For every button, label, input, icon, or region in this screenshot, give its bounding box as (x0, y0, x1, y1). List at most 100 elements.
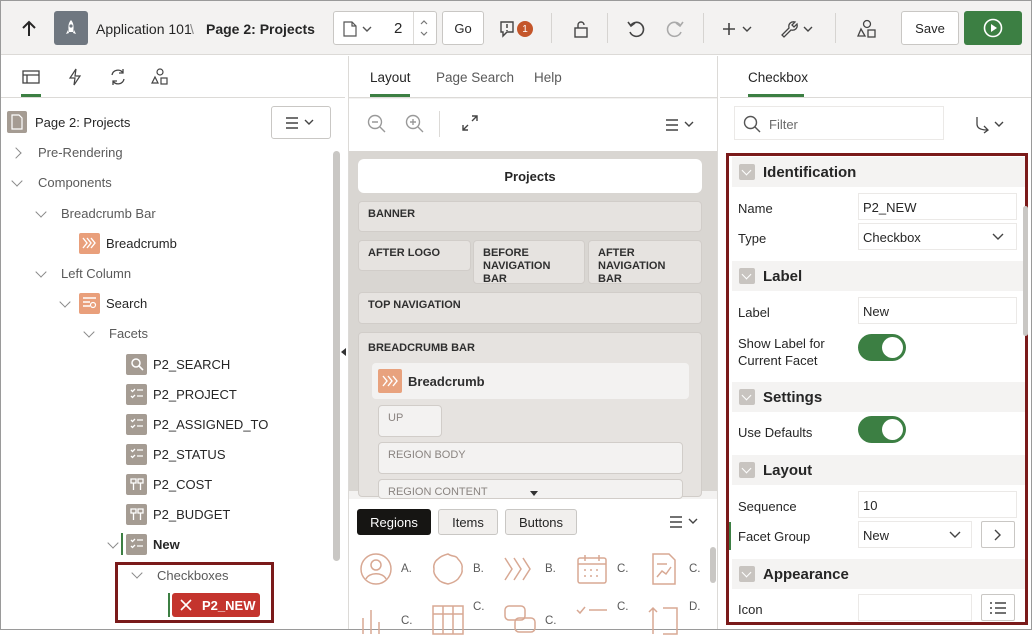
collapse-chevron-icon[interactable] (11, 175, 23, 187)
gallery-tab-buttons[interactable]: Buttons (505, 509, 577, 535)
processing-tab-icon[interactable] (108, 68, 128, 86)
label-field[interactable]: New (858, 297, 1017, 324)
tree-node-p2-new[interactable]: P2_NEW (172, 593, 260, 617)
shared-components-tab-icon[interactable] (150, 68, 170, 86)
tree-node-left-column[interactable]: Left Column (61, 262, 131, 284)
tree-node-breadcrumb[interactable]: Breadcrumb (79, 232, 177, 254)
page-number-input[interactable]: 2 (394, 20, 402, 37)
region-before-navigation-bar[interactable]: BEFORE NAVIGATION BAR (473, 240, 585, 285)
app-icon[interactable] (54, 11, 88, 45)
tree-node-p2-cost[interactable]: P2_COST (126, 473, 212, 495)
collapse-chevron-icon[interactable] (35, 266, 47, 278)
gallery-tab-items[interactable]: Items (438, 509, 498, 535)
facet-group-select[interactable]: New (858, 521, 972, 548)
breadcrumb-gallery-icon[interactable] (503, 552, 537, 586)
collapse-chevron-icon[interactable] (83, 326, 95, 338)
group-settings[interactable]: Settings (732, 382, 1025, 412)
save-button[interactable]: Save (901, 11, 959, 45)
expand-icon[interactable] (462, 115, 478, 131)
collapse-left-panel-icon[interactable] (341, 348, 346, 356)
dynamic-actions-tab-icon[interactable] (65, 68, 85, 86)
rendering-tab-icon[interactable] (21, 68, 41, 86)
page-header-projects[interactable]: Projects (358, 159, 702, 193)
gallery-scrollbar[interactable] (710, 547, 716, 583)
go-to-group-icon[interactable] (975, 116, 1007, 134)
type-select[interactable]: Checkbox (858, 223, 1017, 250)
breadcrumb-region-block[interactable]: Breadcrumb (372, 363, 689, 399)
tree-node-search[interactable]: Search (79, 292, 147, 314)
region-banner[interactable]: BANNER (358, 201, 702, 232)
region-up[interactable]: UP (378, 405, 442, 437)
icon-field[interactable] (858, 594, 972, 621)
tree-node-checkboxes[interactable]: Checkboxes (157, 564, 229, 586)
name-field[interactable]: P2_NEW (858, 193, 1017, 220)
tree-node-p2-search[interactable]: P2_SEARCH (126, 353, 230, 375)
tree-page-node[interactable]: Page 2: Projects (7, 111, 130, 133)
unlock-icon[interactable] (567, 15, 595, 43)
region-region-body[interactable]: REGION BODY (378, 442, 683, 474)
zoom-in-icon[interactable] (405, 114, 425, 134)
undo-icon[interactable] (622, 15, 650, 43)
tree-node-p2-assigned-to[interactable]: P2_ASSIGNED_TO (126, 413, 268, 435)
tree-node-facets[interactable]: Facets (109, 322, 148, 344)
group-layout[interactable]: Layout (732, 455, 1025, 485)
property-scrollbar[interactable] (1023, 206, 1028, 336)
create-menu-button[interactable] (719, 15, 759, 43)
utilities-menu-button[interactable] (777, 15, 819, 43)
avatar-region-icon[interactable] (359, 552, 393, 586)
tab-layout[interactable]: Layout (370, 70, 411, 85)
up-arrow-icon[interactable] (17, 17, 41, 41)
errors-button[interactable]: 1 (496, 15, 536, 43)
group-appearance[interactable]: Appearance (732, 559, 1025, 589)
tree-node-components[interactable]: Components (38, 171, 112, 193)
group-identification[interactable]: Identification (732, 157, 1025, 187)
grid-icon[interactable] (431, 604, 465, 638)
run-page-button[interactable] (964, 11, 1022, 45)
layout-menu-icon[interactable] (665, 118, 697, 132)
region-region-content[interactable]: REGION CONTENT (378, 479, 683, 499)
tab-page-search[interactable]: Page Search (436, 70, 514, 85)
zoom-out-icon[interactable] (367, 114, 387, 134)
page-selector[interactable]: 2 (333, 11, 437, 45)
tree-node-p2-budget[interactable]: P2_BUDGET (126, 503, 230, 525)
expand-chevron-icon[interactable] (10, 147, 22, 159)
collapse-chevron-icon[interactable] (59, 296, 71, 308)
gallery-menu-icon[interactable] (669, 515, 701, 529)
sequence-field[interactable]: 10 (858, 491, 1017, 518)
tree-scrollbar[interactable] (333, 151, 340, 561)
tab-help[interactable]: Help (534, 70, 562, 85)
resize-handle-icon[interactable] (530, 491, 538, 496)
sort-icon[interactable] (647, 604, 681, 638)
group-label[interactable]: Label (732, 261, 1025, 291)
comments-icon[interactable] (503, 604, 537, 638)
tree-menu-button[interactable] (271, 106, 331, 139)
tree-node-new[interactable]: New (126, 533, 180, 555)
calendar-icon[interactable] (575, 552, 609, 586)
tab-checkbox[interactable]: Checkbox (748, 70, 808, 85)
filter-input[interactable]: Filter (734, 106, 944, 140)
bar-chart-icon[interactable] (359, 604, 393, 638)
tree-node-p2-project[interactable]: P2_PROJECT (126, 383, 237, 405)
collapse-chevron-icon[interactable] (107, 537, 119, 549)
icon-picker-button[interactable] (981, 594, 1015, 621)
region-breadcrumb-bar[interactable]: BREADCRUMB BAR Breadcrumb UP REGION BODY… (358, 332, 702, 499)
redo-icon[interactable] (661, 15, 689, 43)
collapse-chevron-icon[interactable] (35, 206, 47, 218)
chart-region-icon[interactable] (647, 552, 681, 586)
gallery-tab-regions[interactable]: Regions (357, 509, 431, 535)
use-defaults-toggle[interactable] (858, 416, 906, 443)
tree-node-p2-status[interactable]: P2_STATUS (126, 443, 225, 465)
app-name-link[interactable]: Application 101 (96, 21, 192, 37)
show-label-toggle[interactable] (858, 334, 906, 361)
gallery-label: C. (401, 615, 413, 627)
region-after-logo[interactable]: AFTER LOGO (358, 240, 471, 271)
region-after-navigation-bar[interactable]: AFTER NAVIGATION BAR (588, 240, 702, 285)
tree-node-breadcrumb-bar[interactable]: Breadcrumb Bar (61, 202, 156, 224)
checklist-gallery-icon[interactable] (575, 604, 609, 638)
region-top-navigation[interactable]: TOP NAVIGATION (358, 292, 702, 324)
shapes-icon[interactable] (853, 15, 881, 43)
tree-node-pre-rendering[interactable]: Pre-Rendering (38, 141, 123, 163)
facet-group-link-button[interactable] (981, 521, 1015, 548)
badge-region-icon[interactable] (431, 552, 465, 586)
go-button[interactable]: Go (442, 11, 484, 45)
